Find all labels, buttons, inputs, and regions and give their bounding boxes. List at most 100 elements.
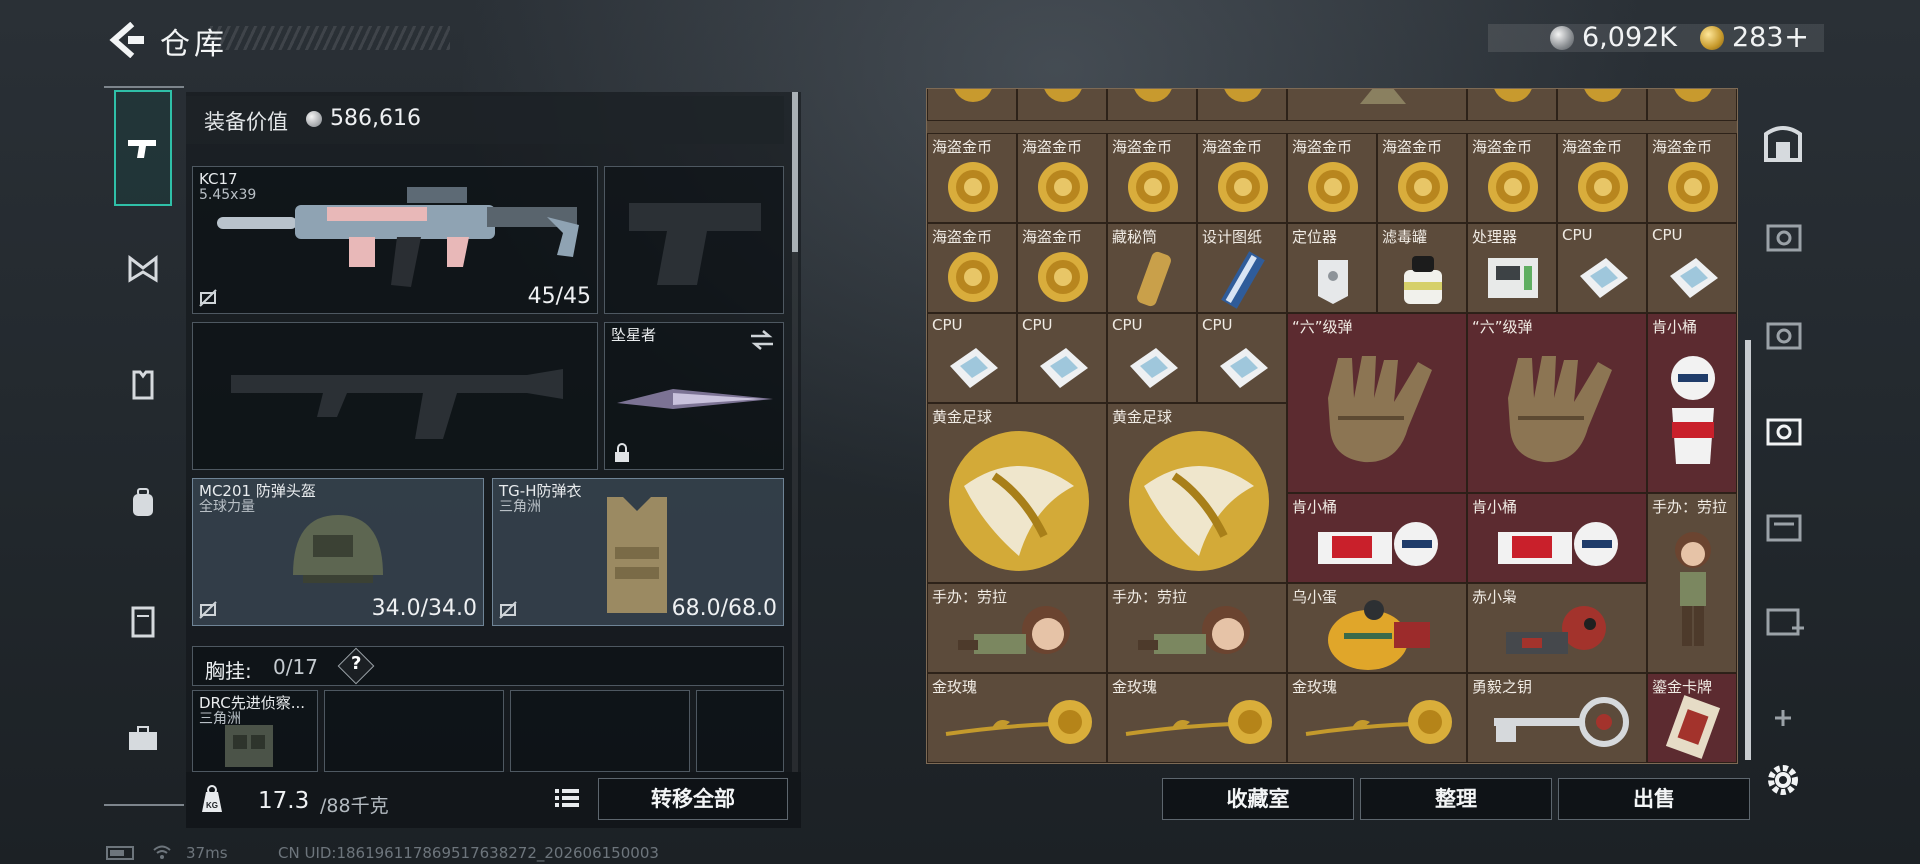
pistol-icon[interactable] — [124, 128, 162, 166]
transfer-all-button[interactable]: 转移全部 — [598, 778, 788, 820]
grid-cell[interactable] — [1557, 89, 1647, 121]
grid-cell-pirate-coin[interactable]: 海盗金币 — [1287, 133, 1377, 223]
item-name: 海盗金币 — [1112, 138, 1173, 156]
grid-cell[interactable] — [1197, 89, 1287, 121]
pirate-coin-image — [1128, 162, 1178, 212]
item-name: CPU — [932, 316, 963, 334]
storage-iv-icon[interactable] — [1760, 504, 1806, 548]
grid-cell-pirate-coin[interactable]: 海盗金币 — [1197, 133, 1287, 223]
back-arrow-icon[interactable] — [106, 22, 146, 58]
grid-cell-gold-ball[interactable]: 黄金足球 — [927, 403, 1107, 583]
vest-icon[interactable] — [124, 366, 162, 404]
ping-text: 37ms — [186, 844, 228, 862]
grid-cell-cpu[interactable]: CPU — [1557, 223, 1647, 313]
melee-slot[interactable]: 坠星者 — [604, 322, 784, 470]
sell-button[interactable]: 出售 — [1558, 778, 1750, 820]
grid-cell-grade-six-ammo[interactable]: “六”级弹 — [1287, 313, 1467, 493]
item-name: 海盗金币 — [1472, 138, 1533, 156]
warehouse-grid: 海盗金币 海盗金币 海盗金币 海盗金币 海盗金币 海盗金币 海盗金币 海盗金币 … — [926, 88, 1738, 764]
grid-cell-blueprint[interactable]: 设计图纸 — [1197, 223, 1287, 313]
storage-iv-icon[interactable] — [1760, 214, 1806, 258]
grid-cell-pirate-coin[interactable]: 海盗金币 — [1557, 133, 1647, 223]
rig-slot-empty[interactable] — [324, 690, 504, 772]
grid-cell-locator[interactable]: 定位器 — [1287, 223, 1377, 313]
grid-cell-gold-rose[interactable]: 金玫瑰 — [927, 673, 1107, 763]
chest-rig-capacity: 0/17 — [273, 655, 318, 679]
sort-button[interactable]: 整理 — [1360, 778, 1552, 820]
grid-cell-gold-ball[interactable]: 黄金足球 — [1107, 403, 1287, 583]
armor-slot[interactable]: TG-H防弹衣 三角洲 68.0/68.0 — [492, 478, 784, 626]
swap-icon[interactable] — [749, 329, 775, 351]
gear-icon[interactable] — [1760, 758, 1806, 802]
locker-icon[interactable] — [124, 602, 162, 640]
add-icon[interactable] — [1760, 696, 1806, 740]
grid-cell-gilded-card[interactable]: 鎏金卡牌 — [1647, 673, 1737, 763]
grid-cell-grade-six-ammo[interactable]: “六”级弹 — [1467, 313, 1647, 493]
grid-cell[interactable] — [1017, 89, 1107, 121]
loadout-scroll-thumb[interactable] — [792, 92, 798, 252]
bow-tie-icon[interactable] — [124, 250, 162, 288]
grid-cell-figure-lara[interactable]: 手办：劳拉 — [1647, 493, 1737, 673]
grid-cell-figure-lara[interactable]: 手办：劳拉 — [927, 583, 1107, 673]
chest-rig-bar[interactable]: 胸挂: 0/17 ? — [192, 646, 784, 686]
collection-room-button[interactable]: 收藏室 — [1162, 778, 1354, 820]
tube-image — [1137, 251, 1171, 307]
title-decoration — [210, 26, 450, 50]
pistol-slot[interactable] — [604, 166, 784, 314]
grid-cell-pirate-coin[interactable]: 海盗金币 — [1377, 133, 1467, 223]
grid-cell-cpu[interactable]: CPU — [1017, 313, 1107, 403]
grid-cell[interactable] — [1287, 89, 1467, 121]
rig-slot-empty[interactable] — [696, 690, 784, 772]
grid-cell[interactable] — [1647, 89, 1737, 121]
grid-cell-pirate-coin[interactable]: 海盗金币 — [1017, 223, 1107, 313]
grid-cell-kfc-bucket[interactable]: 肯小桶 — [1647, 313, 1737, 493]
uid-text: CN UID:1861961178695176382​72_2026061500… — [278, 844, 659, 862]
grid-cell-pirate-coin[interactable]: 海盗金币 — [1467, 133, 1557, 223]
grid-cell-pirate-coin[interactable]: 海盗金币 — [1107, 133, 1197, 223]
add-currency-button[interactable]: + — [1784, 20, 1809, 55]
grid-cell-gold-rose[interactable]: 金玫瑰 — [1107, 673, 1287, 763]
cpu-image — [1040, 348, 1088, 388]
grid-cell-pirate-coin[interactable]: 海盗金币 — [927, 133, 1017, 223]
grid-scrollbar[interactable] — [1745, 340, 1751, 760]
grid-cell[interactable] — [1107, 89, 1197, 121]
grid-cell-processor[interactable]: 处理器 — [1467, 223, 1557, 313]
grid-cell-pirate-coin[interactable]: 海盗金币 — [927, 223, 1017, 313]
grid-cell[interactable] — [927, 89, 1017, 121]
item-name: 海盗金币 — [932, 138, 993, 156]
grid-cell-gold-rose[interactable]: 金玫瑰 — [1287, 673, 1467, 763]
grid-cell[interactable] — [1467, 89, 1557, 121]
grid-cell-courage-key[interactable]: 勇毅之钥 — [1467, 673, 1647, 763]
grid-cell-cpu[interactable]: CPU — [1197, 313, 1287, 403]
grid-cell-cpu[interactable]: CPU — [1647, 223, 1737, 313]
grid-cell-pirate-coin[interactable]: 海盗金币 — [1647, 133, 1737, 223]
grid-cell-crow-egg[interactable]: 乌小蛋 — [1287, 583, 1467, 673]
coin-image — [954, 89, 992, 102]
blueprint-image — [1221, 251, 1265, 309]
item-name: CPU — [1202, 316, 1233, 334]
rig-slot[interactable]: DRC先进侦察... 三角洲 — [192, 690, 318, 772]
safehouse-icon[interactable] — [1760, 120, 1806, 164]
storage-iv-icon[interactable] — [1760, 312, 1806, 356]
grid-cell-pirate-coin[interactable]: 海盗金币 — [1017, 133, 1107, 223]
item-name: 海盗金币 — [1562, 138, 1623, 156]
grid-cell-kfc-bucket[interactable]: 肯小桶 — [1467, 493, 1647, 583]
item-name: 肯小桶 — [1652, 318, 1698, 336]
storage-v-icon[interactable] — [1760, 408, 1806, 452]
chest-rig-label: 胸挂: — [205, 659, 252, 683]
grid-cell-cpu[interactable]: CPU — [927, 313, 1017, 403]
grid-cell-filter[interactable]: 滤毒罐 — [1377, 223, 1467, 313]
grid-cell-secret-tube[interactable]: 藏秘筒 — [1107, 223, 1197, 313]
grid-cell-cpu[interactable]: CPU — [1107, 313, 1197, 403]
list-icon[interactable] — [554, 786, 580, 810]
helmet-slot[interactable]: MC201 防弹头盔 全球力量 34.0/34.0 — [192, 478, 484, 626]
rig-slot-empty[interactable] — [510, 690, 690, 772]
secondary-weapon-slot[interactable] — [192, 322, 598, 470]
grid-cell-red-owl[interactable]: 赤小枭 — [1467, 583, 1647, 673]
briefcase-icon[interactable] — [124, 720, 162, 758]
primary-weapon-slot[interactable]: KC17 5.45x39 45/45 — [192, 166, 598, 314]
grid-cell-kfc-bucket[interactable]: 肯小桶 — [1287, 493, 1467, 583]
grid-cell-figure-lara[interactable]: 手办：劳拉 — [1107, 583, 1287, 673]
backpack-icon[interactable] — [124, 484, 162, 522]
storage-ii-add-icon[interactable] — [1760, 598, 1806, 642]
